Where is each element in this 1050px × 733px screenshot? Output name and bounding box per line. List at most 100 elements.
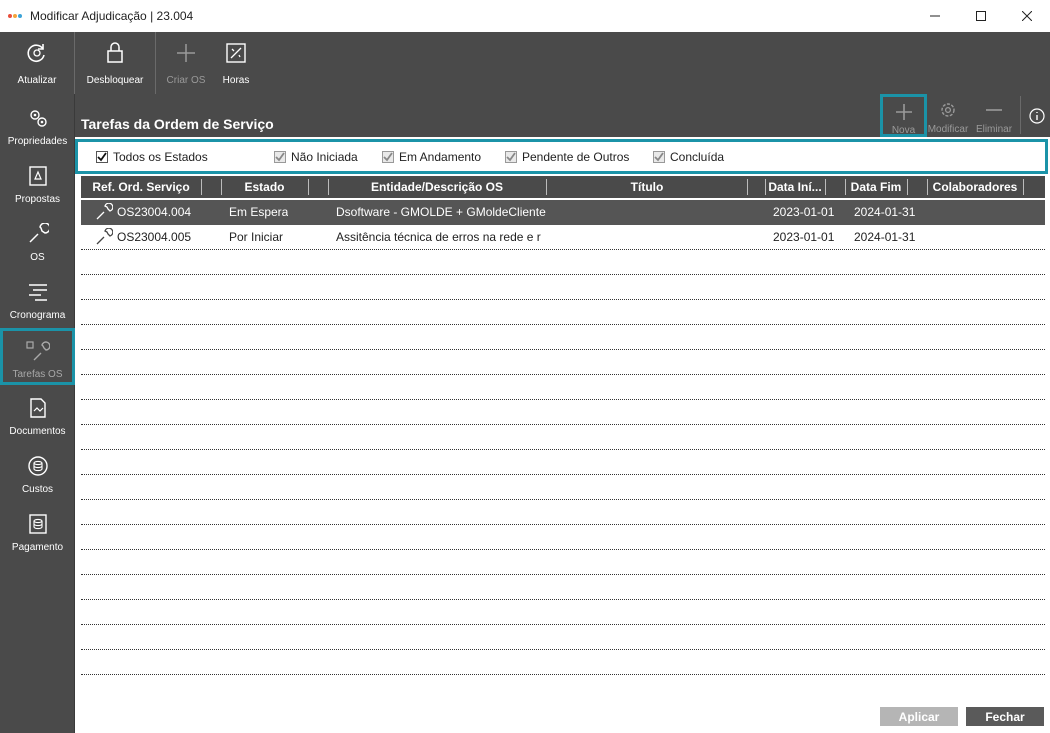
refresh-label: Atualizar	[17, 75, 57, 86]
filter-in-progress-label: Em Andamento	[399, 150, 482, 164]
sidebar-item-label: Documentos	[9, 426, 66, 437]
plus-icon	[174, 41, 198, 65]
column-divider	[1023, 179, 1024, 195]
status-filter-bar: Todos os Estados Não Iniciada Em Andamen…	[75, 139, 1048, 174]
sidebar-item-label: Propostas	[14, 194, 61, 205]
payment-icon	[26, 512, 50, 536]
sidebar-item-os[interactable]: OS	[0, 214, 75, 270]
empty-row	[81, 300, 1045, 325]
empty-row	[81, 450, 1045, 475]
sidebar-item-label: Tarefas OS	[12, 369, 63, 380]
tasks-table: Ref. Ord. Serviço Estado Entidade/Descri…	[75, 174, 1050, 700]
timeline-icon	[26, 280, 50, 304]
new-task-button[interactable]: Nova	[880, 94, 927, 137]
wrench-icon	[26, 222, 50, 246]
filter-all-label: Todos os Estados	[113, 150, 208, 164]
sidebar-item-costs[interactable]: Custos	[0, 446, 75, 502]
empty-row	[81, 275, 1045, 300]
column-header-colaboradores[interactable]: Colaboradores	[927, 176, 1023, 198]
table-row[interactable]: OS23004.005 Por Iniciar Assitência técni…	[81, 225, 1045, 250]
close-dialog-button[interactable]: Fechar	[966, 707, 1044, 726]
filter-not-started: Não Iniciada	[274, 150, 358, 164]
checkbox-checked-icon	[505, 151, 517, 163]
refresh-icon	[25, 41, 49, 65]
maximize-button[interactable]	[958, 0, 1004, 32]
empty-row	[81, 325, 1045, 350]
hours-icon	[224, 41, 248, 65]
empty-row	[81, 600, 1045, 625]
empty-row	[81, 575, 1045, 600]
window-title: Modificar Adjudicação | 23.004	[30, 9, 194, 23]
cell-data-fim: 2024-01-31	[854, 205, 916, 219]
modify-task-button[interactable]: Modificar	[928, 94, 968, 137]
empty-row	[81, 375, 1045, 400]
column-divider	[201, 179, 202, 195]
create-os-label: Criar OS	[166, 75, 206, 86]
sidebar-item-label: Custos	[21, 484, 54, 495]
filter-pending-label: Pendente de Outros	[522, 150, 630, 164]
close-button[interactable]	[1004, 0, 1050, 32]
hours-label: Horas	[222, 75, 250, 86]
hours-button[interactable]: Horas	[216, 32, 256, 94]
sidebar-item-properties[interactable]: Propriedades	[0, 98, 75, 154]
cell-estado: Em Espera	[229, 205, 289, 219]
close-icon	[1022, 11, 1032, 21]
main-toolbar: Atualizar Desbloquear Criar OS Horas	[0, 32, 1050, 94]
column-divider	[747, 179, 748, 195]
column-header-data-fim[interactable]: Data Fim	[845, 176, 907, 198]
cell-data-fim: 2024-01-31	[854, 230, 916, 244]
checkbox-checked-icon	[382, 151, 394, 163]
sidebar-item-timeline[interactable]: Cronograma	[0, 272, 75, 328]
title-bar: Modificar Adjudicação | 23.004	[0, 0, 1050, 32]
empty-row	[81, 350, 1045, 375]
empty-row	[81, 425, 1045, 450]
filter-completed-label: Concluída	[670, 150, 725, 164]
info-icon[interactable]	[1027, 106, 1047, 126]
column-header-estado[interactable]: Estado	[221, 176, 308, 198]
sidebar-item-label: Propriedades	[7, 136, 68, 147]
row-wrench-icon	[95, 200, 113, 224]
section-header: Tarefas da Ordem de Serviço Nova Modific…	[75, 94, 1050, 137]
gear-icon	[938, 100, 958, 120]
sidebar-item-label: OS	[30, 252, 45, 263]
cell-entidade: Assitência técnica de erros na rede e r	[336, 230, 541, 244]
column-divider	[825, 179, 826, 195]
sidebar-item-proposals[interactable]: Propostas	[0, 156, 75, 212]
column-header-ref[interactable]: Ref. Ord. Serviço	[81, 176, 201, 198]
column-header-entidade[interactable]: Entidade/Descrição OS	[328, 176, 546, 198]
lock-icon	[103, 41, 127, 65]
refresh-button[interactable]: Atualizar	[0, 32, 74, 94]
column-header-titulo[interactable]: Título	[547, 176, 747, 198]
sidebar-item-tasks-os[interactable]: Tarefas OS	[0, 328, 75, 385]
gears-icon	[26, 106, 50, 130]
minimize-icon	[930, 15, 940, 17]
cell-entidade: Dsoftware - GMOLDE + GMoldeCliente	[336, 205, 546, 219]
filter-completed: Concluída	[653, 150, 724, 164]
page-title: Tarefas da Ordem de Serviço	[81, 116, 274, 132]
filter-all-states[interactable]: Todos os Estados	[96, 150, 208, 164]
row-wrench-icon	[95, 225, 113, 249]
minimize-button[interactable]	[912, 0, 958, 32]
checkbox-checked-icon[interactable]	[96, 151, 108, 163]
column-header-data-inicio[interactable]: Data Iní...	[765, 176, 825, 198]
create-os-button[interactable]: Criar OS	[156, 32, 216, 94]
empty-row	[81, 475, 1045, 500]
sidebar-item-payment[interactable]: Pagamento	[0, 504, 75, 560]
modify-task-label: Modificar	[927, 124, 969, 135]
table-row[interactable]: OS23004.004 Em Espera Dsoftware - GMOLDE…	[81, 200, 1045, 225]
empty-row	[81, 400, 1045, 425]
plus-icon	[894, 103, 914, 121]
delete-task-button[interactable]: Eliminar	[971, 94, 1017, 137]
checkbox-checked-icon	[653, 151, 665, 163]
tasks-icon	[25, 339, 50, 363]
maximize-icon	[976, 11, 986, 21]
minus-icon	[984, 100, 1004, 120]
sidebar-item-documents[interactable]: Documentos	[0, 388, 75, 444]
empty-row	[81, 500, 1045, 525]
unlock-button[interactable]: Desbloquear	[75, 32, 155, 94]
column-divider	[308, 179, 309, 195]
apply-button[interactable]: Aplicar	[880, 707, 958, 726]
empty-row	[81, 650, 1045, 675]
cell-ref: OS23004.004	[117, 205, 192, 219]
document-icon	[26, 396, 50, 420]
